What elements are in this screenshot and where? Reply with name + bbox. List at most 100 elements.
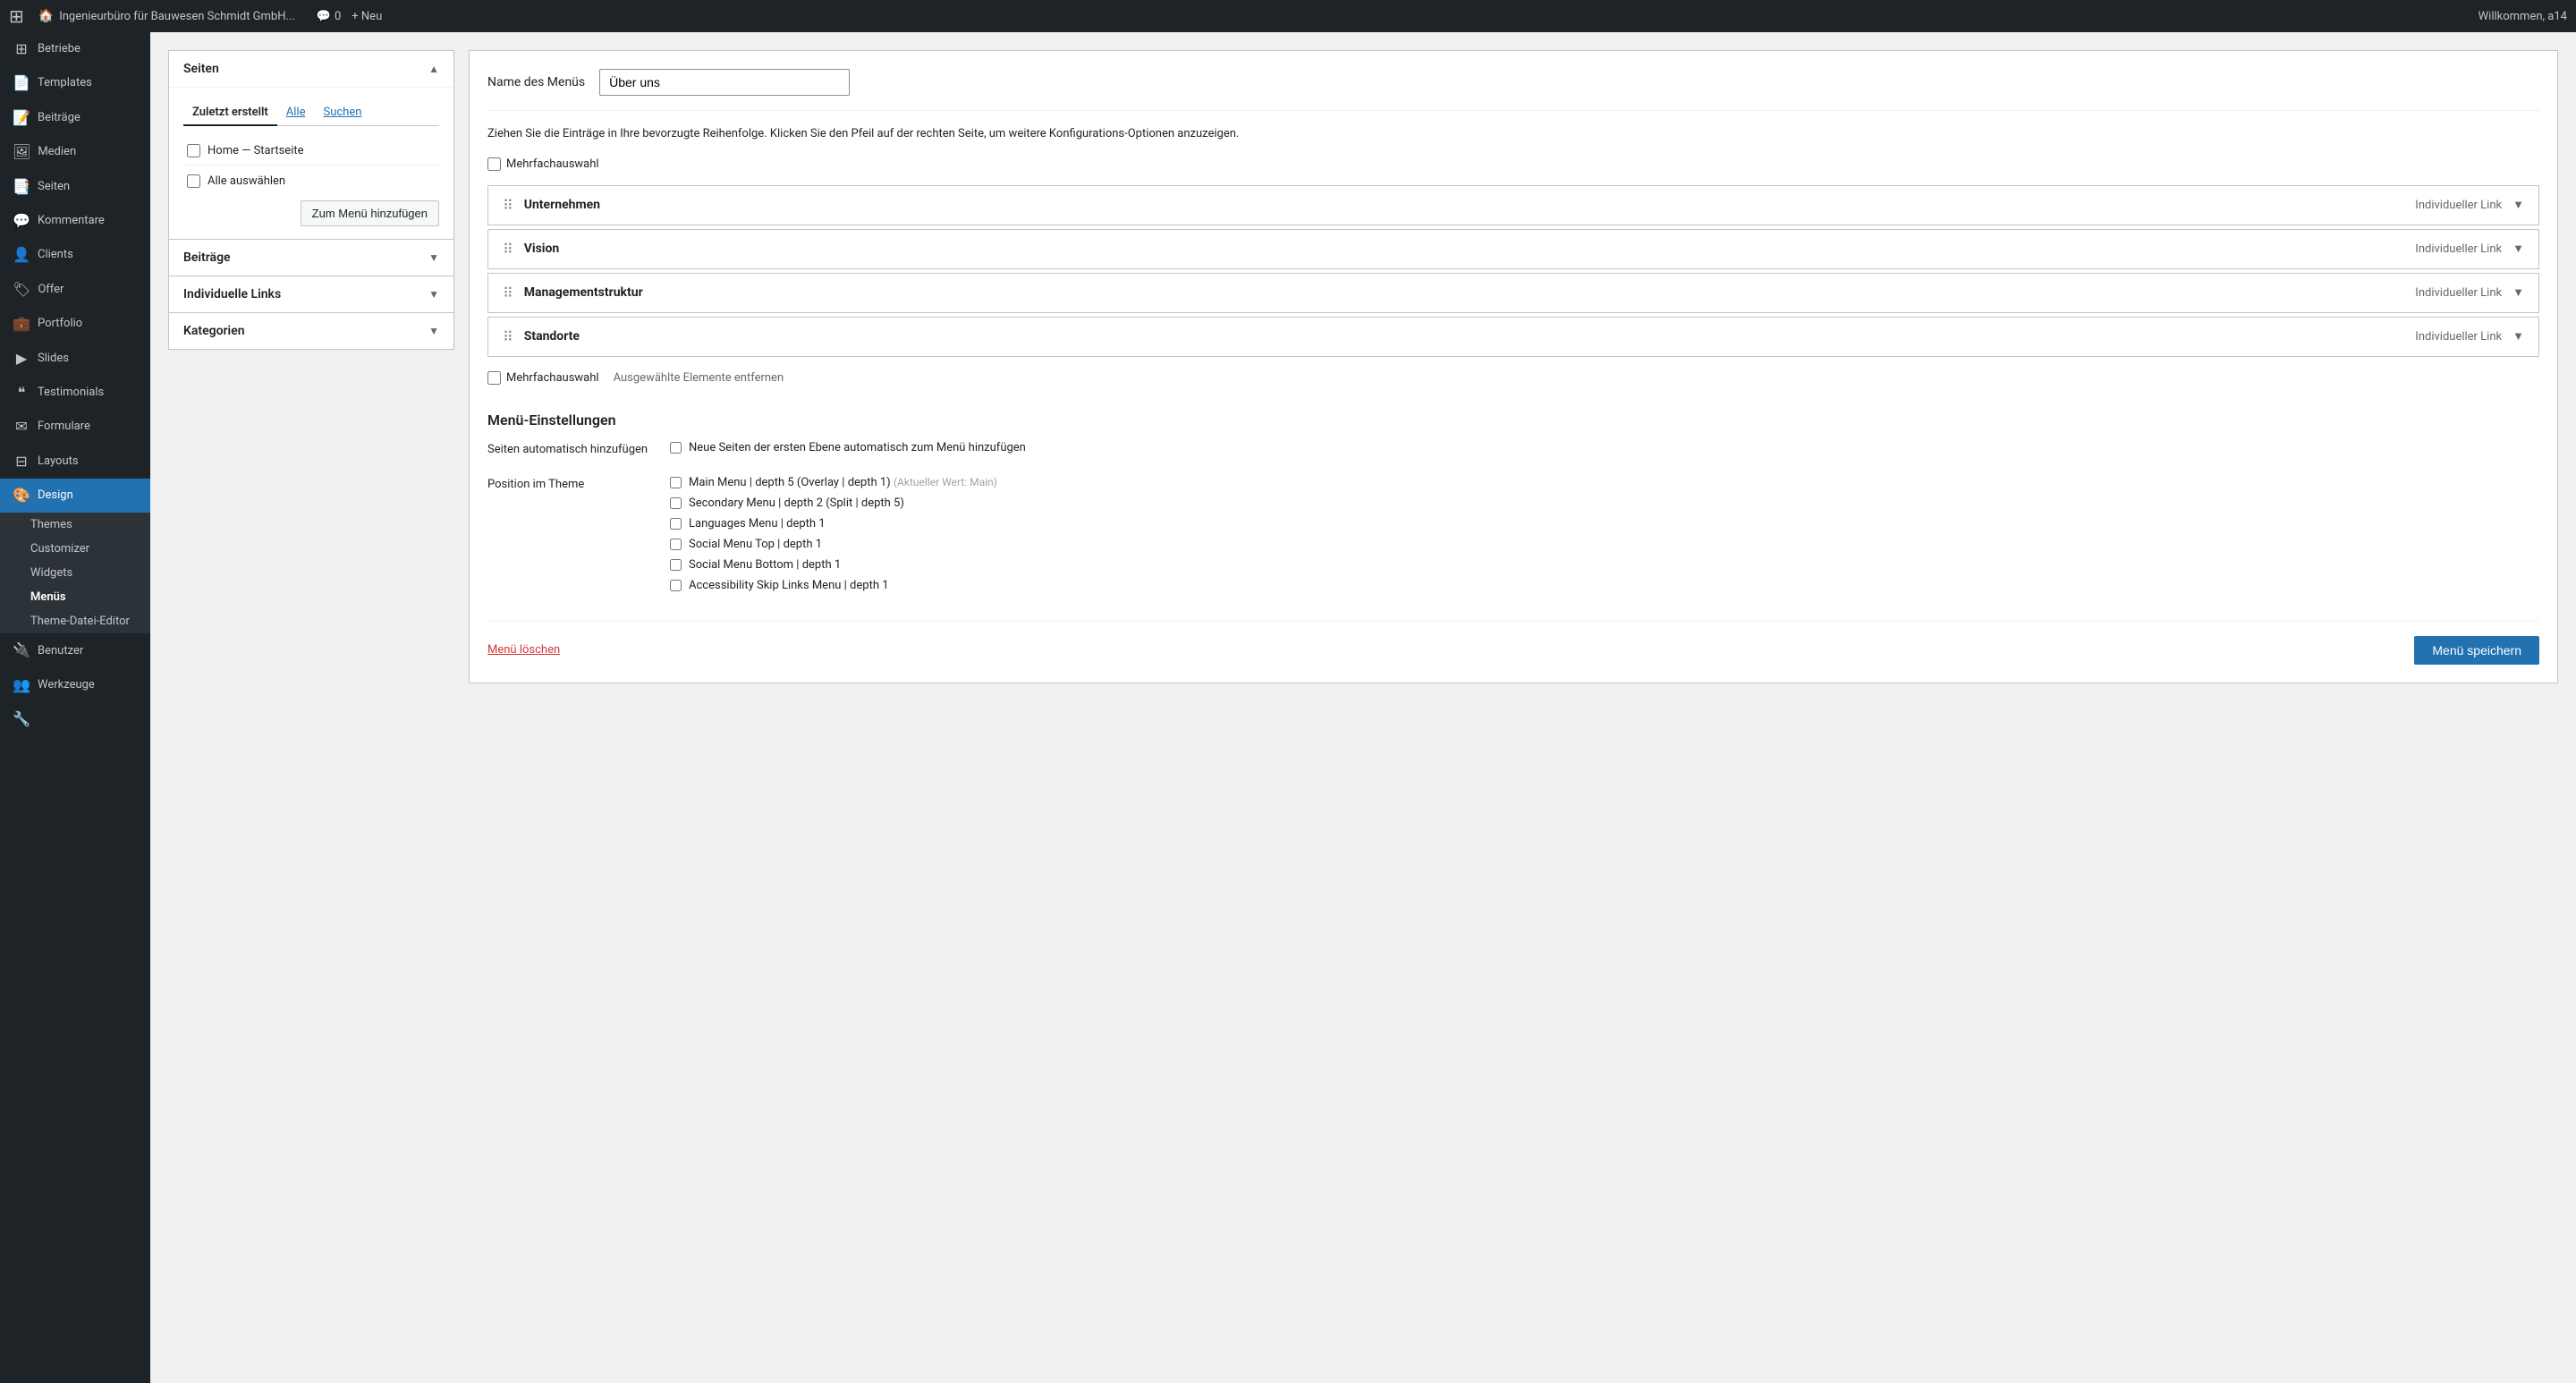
sidebar-item-testimonials[interactable]: ❝ Testimonials	[0, 376, 150, 410]
select-all-label: Alle auswählen	[208, 174, 285, 188]
sidebar-label-design: Design	[38, 488, 73, 504]
sidebar-item-design[interactable]: 🎨 Design	[0, 479, 150, 513]
sidebar-item-werkzeuge[interactable]: 🔧	[0, 702, 150, 736]
position-option-3[interactable]: Social Menu Top | depth 1	[670, 538, 2539, 551]
menu-item-expand-unternehmen[interactable]: ▼	[2512, 198, 2524, 212]
sidebar-label-seiten: Seiten	[38, 179, 70, 195]
position-row: Position im Theme Main Menu | depth 5 (O…	[487, 476, 2539, 599]
sidebar-label-offer: Offer	[38, 282, 64, 298]
position-checkbox-3[interactable]	[670, 539, 682, 550]
select-all-checkbox[interactable]	[187, 174, 200, 188]
sidebar-item-benutzer[interactable]: 👥 Werkzeuge	[0, 668, 150, 702]
sidebar-label-templates: Templates	[38, 75, 92, 91]
sidebar-item-plugins[interactable]: 🔌 Benutzer	[0, 633, 150, 667]
accordion-seiten-chevron-icon: ▲	[428, 63, 439, 75]
auto-add-option[interactable]: Neue Seiten der ersten Ebene automatisch…	[670, 441, 2539, 454]
sidebar-item-kommentare[interactable]: 💬 Kommentare	[0, 204, 150, 238]
position-checkbox-0[interactable]	[670, 477, 682, 488]
position-checkbox-2[interactable]	[670, 518, 682, 530]
drag-handle-icon[interactable]: ⠿	[503, 284, 513, 301]
wp-logo[interactable]: ⊞	[9, 5, 24, 27]
menu-name-row: Name des Menüs	[487, 69, 2539, 111]
menu-item-title-managementstruktur: Managementstruktur	[524, 285, 643, 300]
position-option-1[interactable]: Secondary Menu | depth 2 (Split | depth …	[670, 496, 2539, 510]
sidebar-item-betriebe[interactable]: ⊞ Betriebe	[0, 32, 150, 66]
slides-icon: ▶	[13, 349, 30, 369]
accordion-seiten: Seiten ▲ Zuletzt erstellt Alle Suchen Ho…	[168, 50, 454, 239]
menu-item-type-vision: Individueller Link	[2415, 242, 2502, 256]
sidebar-sub-theme-editor[interactable]: Theme-Datei-Editor	[0, 609, 150, 633]
page-checkbox-home[interactable]	[187, 144, 200, 157]
sidebar-label-plugins: Benutzer	[38, 643, 83, 659]
betriebe-icon: ⊞	[13, 39, 30, 59]
sidebar-label-testimonials: Testimonials	[38, 385, 104, 401]
tab-alle[interactable]: Alle	[277, 100, 315, 126]
auto-add-checkbox[interactable]	[670, 442, 682, 454]
sidebar-item-layouts[interactable]: ⊟ Layouts	[0, 445, 150, 479]
kommentare-icon: 💬	[13, 211, 30, 231]
accordion-beitraege-header[interactable]: Beiträge ▼	[169, 240, 453, 276]
delete-menu-link[interactable]: Menü löschen	[487, 643, 560, 657]
position-option-4[interactable]: Social Menu Bottom | depth 1	[670, 558, 2539, 572]
tab-suchen[interactable]: Suchen	[314, 100, 370, 126]
menu-item-expand-standorte[interactable]: ▼	[2512, 329, 2524, 344]
clients-icon: 👤	[13, 245, 30, 265]
position-checkbox-1[interactable]	[670, 497, 682, 509]
sidebar-label-betriebe: Betriebe	[38, 41, 80, 57]
accordion-links-header[interactable]: Individuelle Links ▼	[169, 276, 453, 312]
sidebar-label-portfolio: Portfolio	[38, 316, 82, 332]
mehrfach-top-label[interactable]: Mehrfachauswahl	[487, 157, 599, 171]
left-panel: Seiten ▲ Zuletzt erstellt Alle Suchen Ho…	[168, 50, 454, 350]
mehrfach-top-checkbox[interactable]	[487, 157, 501, 171]
comments-link[interactable]: 💬 0	[317, 10, 342, 23]
sidebar-item-formulare[interactable]: ✉ Formulare	[0, 410, 150, 444]
menu-name-input[interactable]	[599, 69, 850, 96]
position-checkbox-4[interactable]	[670, 559, 682, 571]
main-content: Seiten ▲ Zuletzt erstellt Alle Suchen Ho…	[150, 32, 2576, 1383]
drag-handle-icon[interactable]: ⠿	[503, 328, 513, 345]
menu-items-list: ⠿ Unternehmen Individueller Link ▼ ⠿ Vis…	[487, 185, 2539, 357]
sidebar-sub-menus[interactable]: Menüs	[0, 585, 150, 609]
position-option-2[interactable]: Languages Menu | depth 1	[670, 517, 2539, 530]
position-option-5[interactable]: Accessibility Skip Links Menu | depth 1	[670, 579, 2539, 592]
sidebar-item-seiten[interactable]: 📑 Seiten	[0, 170, 150, 204]
sidebar-item-templates[interactable]: 📄 Templates	[0, 66, 150, 100]
admin-bar-actions: 💬 0 + Neu	[317, 10, 382, 23]
sidebar-sub-widgets[interactable]: Widgets	[0, 561, 150, 585]
sidebar-label-formulare: Formulare	[38, 419, 90, 435]
sidebar-item-clients[interactable]: 👤 Clients	[0, 238, 150, 272]
save-menu-button[interactable]: Menü speichern	[2414, 636, 2539, 665]
site-name[interactable]: 🏠 Ingenieurbüro für Bauwesen Schmidt Gmb…	[38, 9, 295, 23]
drag-handle-icon[interactable]: ⠿	[503, 241, 513, 258]
tab-zuletzt[interactable]: Zuletzt erstellt	[183, 100, 277, 126]
sidebar-sub-customizer[interactable]: Customizer	[0, 537, 150, 561]
sidebar-sub-themes[interactable]: Themes	[0, 513, 150, 537]
sidebar-item-portfolio[interactable]: 💼 Portfolio	[0, 307, 150, 341]
remove-selected-link[interactable]: Ausgewählte Elemente entfernen	[614, 371, 784, 385]
add-to-menu-button[interactable]: Zum Menü hinzufügen	[301, 200, 439, 226]
position-checkbox-5[interactable]	[670, 580, 682, 591]
accordion-seiten-header[interactable]: Seiten ▲	[169, 51, 453, 87]
formulare-icon: ✉	[13, 417, 30, 437]
right-panel: Name des Menüs Ziehen Sie die Einträge i…	[469, 50, 2558, 683]
menu-item-expand-vision[interactable]: ▼	[2512, 242, 2524, 256]
accordion-kategorien-header[interactable]: Kategorien ▼	[169, 313, 453, 349]
menu-item-unternehmen: ⠿ Unternehmen Individueller Link ▼	[487, 185, 2539, 225]
sidebar-label-benutzer: Werkzeuge	[38, 677, 95, 693]
tab-bar: Zuletzt erstellt Alle Suchen	[183, 100, 439, 126]
sidebar-item-medien[interactable]: 🖼 Medien	[0, 135, 150, 169]
menu-item-expand-managementstruktur[interactable]: ▼	[2512, 285, 2524, 300]
drag-handle-icon[interactable]: ⠿	[503, 197, 513, 214]
new-item-button[interactable]: + Neu	[352, 10, 382, 23]
auto-add-content: Neue Seiten der ersten Ebene automatisch…	[670, 441, 2539, 462]
accordion-beitraege: Beiträge ▼	[168, 239, 454, 276]
menu-item-title-unternehmen: Unternehmen	[524, 198, 600, 212]
sidebar-item-beitraege[interactable]: 📝 Beiträge	[0, 101, 150, 135]
sidebar-item-offer[interactable]: 🏷 Offer	[0, 273, 150, 307]
portfolio-icon: 💼	[13, 314, 30, 334]
mehrfach-bottom-checkbox[interactable]	[487, 371, 501, 385]
sidebar-item-slides[interactable]: ▶ Slides	[0, 342, 150, 376]
mehrfach-bottom-label[interactable]: Mehrfachauswahl	[487, 371, 599, 385]
position-option-0[interactable]: Main Menu | depth 5 (Overlay | depth 1) …	[670, 476, 2539, 489]
sidebar-label-kommentare: Kommentare	[38, 213, 105, 229]
